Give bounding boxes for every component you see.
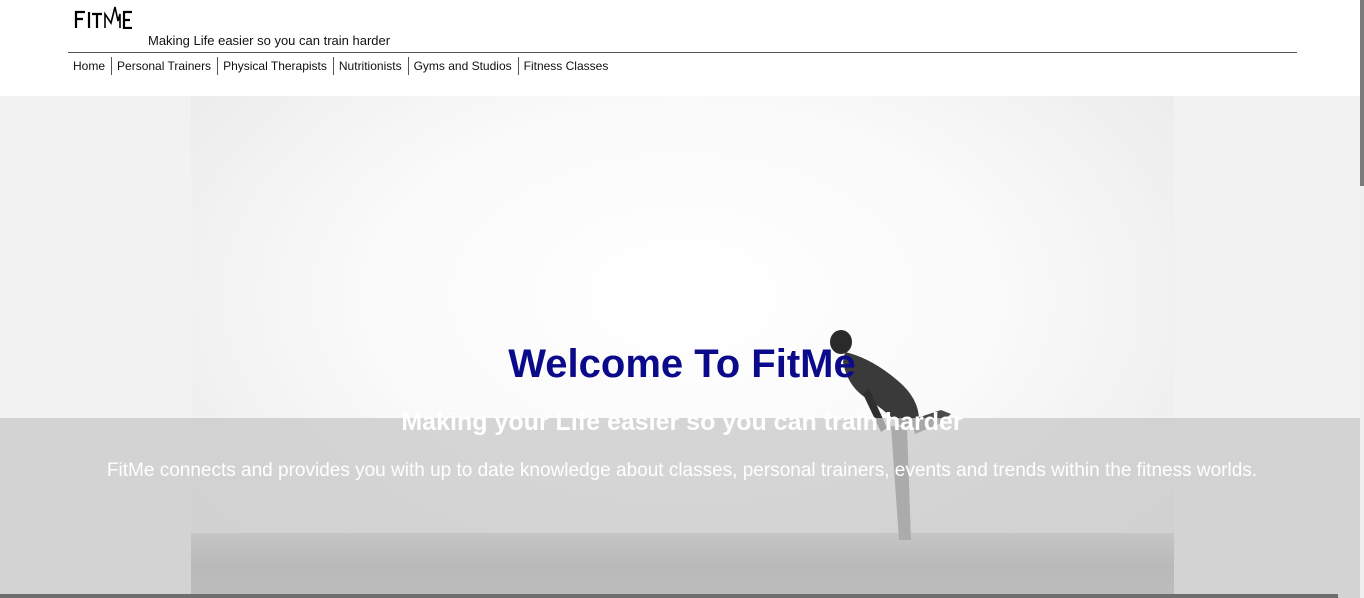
nav-physical-therapists[interactable]: Physical Therapists — [217, 57, 333, 75]
hero-title: Welcome To FitMe — [508, 342, 856, 386]
nav-gyms-and-studios[interactable]: Gyms and Studios — [407, 57, 518, 75]
nav-home[interactable]: Home — [68, 57, 111, 75]
hero-bottom-bar — [0, 594, 1338, 598]
fitme-logo-icon[interactable] — [74, 5, 142, 29]
nav-fitness-classes[interactable]: Fitness Classes — [517, 57, 615, 75]
main-nav: Home Personal Trainers Physical Therapis… — [68, 57, 614, 75]
header-divider — [68, 52, 1297, 53]
page-scrollbar[interactable] — [1360, 0, 1364, 598]
hero-subtitle: Making your Life easier so you can train… — [401, 408, 963, 436]
nav-nutritionists[interactable]: Nutritionists — [332, 57, 408, 75]
site-header: Making Life easier so you can train hard… — [0, 0, 1364, 96]
nav-personal-trainers[interactable]: Personal Trainers — [111, 57, 217, 75]
scrollbar-thumb[interactable] — [1360, 0, 1364, 186]
site-tagline: Making Life easier so you can train hard… — [148, 33, 391, 48]
hero-description: FitMe connects and provides you with up … — [106, 460, 1258, 481]
hero-overlay — [0, 418, 1364, 598]
